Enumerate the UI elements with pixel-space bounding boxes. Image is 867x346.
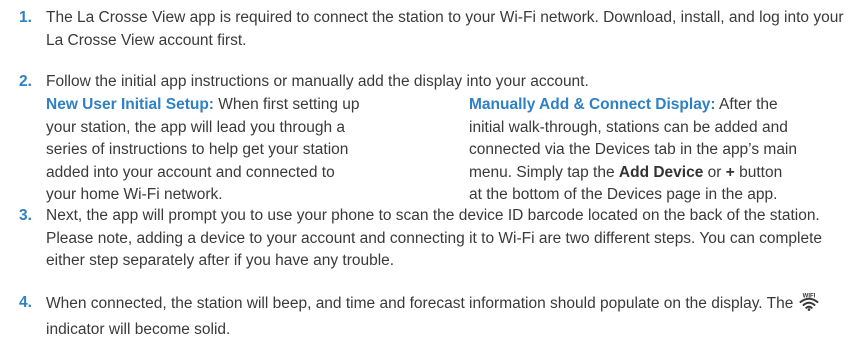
- step-number: 1.: [19, 9, 32, 26]
- step-text: Next, the app will prompt you to use you…: [46, 207, 823, 269]
- manual-add-title: Manually Add & Connect Display:: [469, 96, 716, 113]
- manual-or: or: [703, 163, 726, 181]
- step-text-before: When connected, the station will beep, a…: [46, 295, 798, 312]
- step-number: 2.: [19, 73, 32, 90]
- step-text: When connected, the station will beep, a…: [46, 292, 861, 341]
- manual-add-connect: Manually Add & Connect Display: After th…: [469, 94, 799, 207]
- step-text-after: indicator will become solid.: [46, 320, 231, 338]
- step-number: 4.: [19, 294, 32, 311]
- step-text: The La Crosse View app is required to co…: [46, 9, 844, 49]
- new-user-setup: New User Initial Setup: When first setti…: [46, 94, 366, 207]
- wifi-icon: WIFI: [799, 292, 819, 319]
- plus-label: +: [725, 163, 735, 181]
- new-user-setup-title: New User Initial Setup:: [46, 96, 214, 113]
- add-device-label: Add Device: [618, 163, 704, 181]
- step-number: 3.: [19, 207, 32, 224]
- instructions-page: 1. The La Crosse View app is required to…: [0, 0, 867, 346]
- step-text: Follow the initial app instructions or m…: [46, 73, 589, 90]
